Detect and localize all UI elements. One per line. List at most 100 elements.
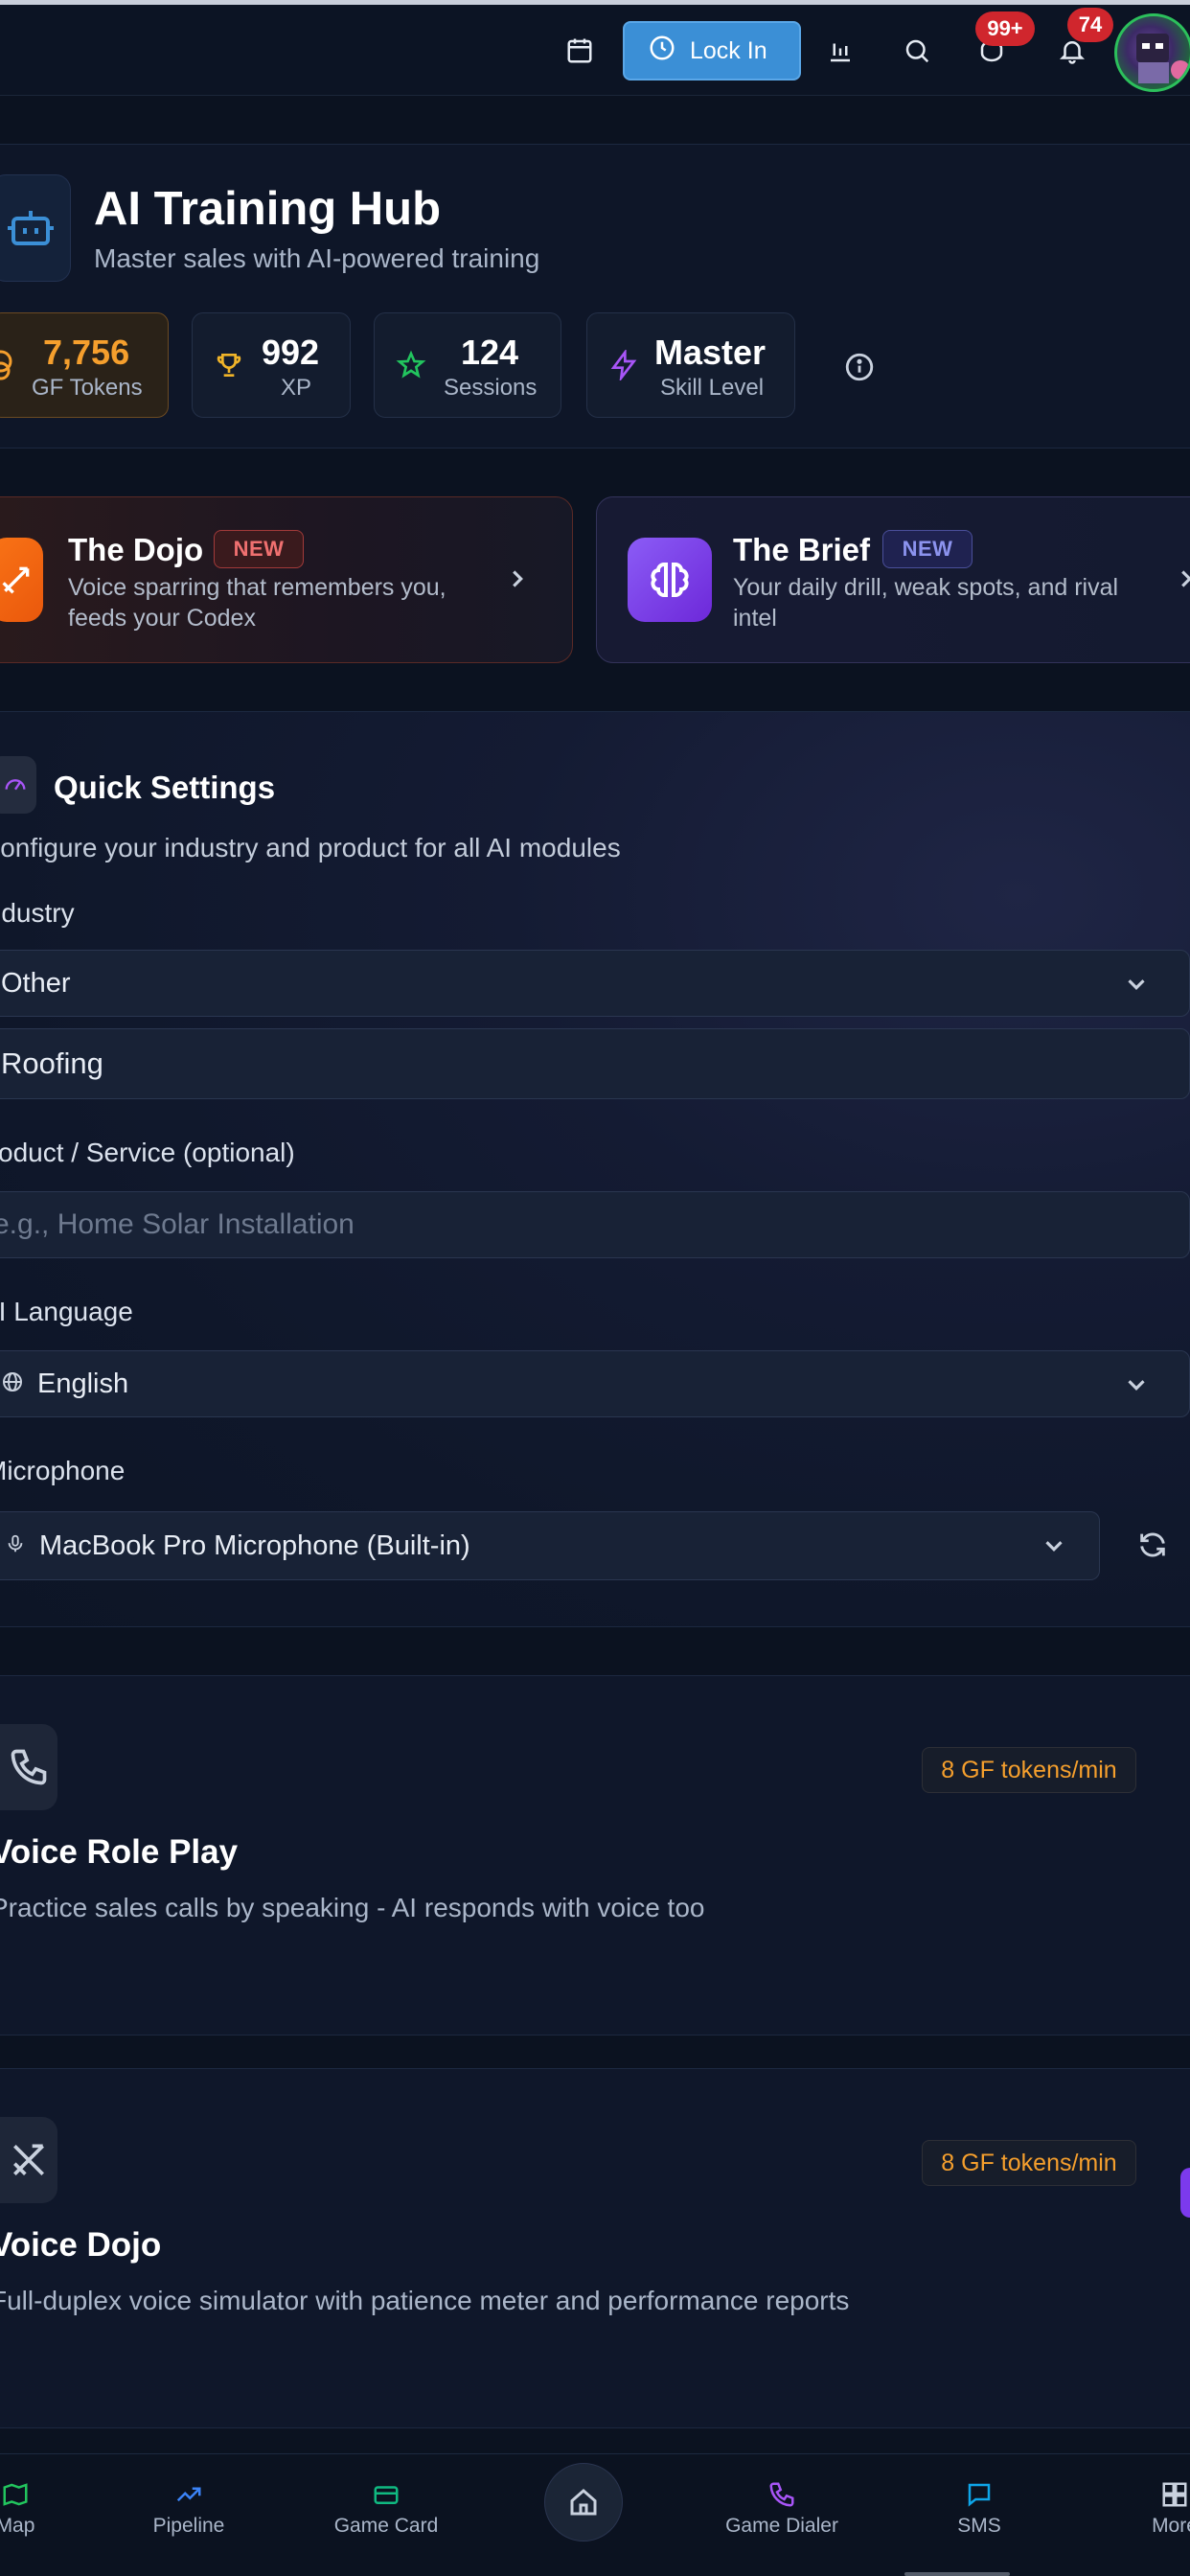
stat-label: GF Tokens: [32, 375, 143, 401]
quick-settings-panel: Quick Settings Configure your industry a…: [0, 711, 1190, 1627]
nav-label: Game Dialer: [725, 2515, 838, 2537]
stat-label: Sessions: [444, 375, 538, 401]
swords-icon: [0, 2117, 57, 2203]
new-badge: NEW: [882, 530, 973, 568]
microphone-select[interactable]: MacBook Pro Microphone (Built-in): [0, 1511, 1100, 1580]
settings-title: Quick Settings: [54, 770, 276, 805]
trophy-icon: [214, 350, 244, 385]
top-bar: Lock In 99+ 74: [0, 0, 1190, 96]
coins-icon: [0, 350, 20, 385]
stat-label: XP: [281, 375, 312, 401]
refresh-icon[interactable]: [1136, 1529, 1169, 1566]
home-indicator: [904, 2572, 1010, 2576]
chevron-down-icon: [1040, 1531, 1068, 1565]
promo-desc-line: feeds your Codex: [68, 605, 256, 632]
nav-item-sms[interactable]: SMS: [893, 2480, 1065, 2538]
promo-desc-line: intel: [733, 605, 777, 632]
token-cost-badge: 8 GF tokens/min: [922, 1747, 1136, 1793]
language-value: English: [37, 1368, 129, 1399]
language-label: AI Language: [0, 1297, 133, 1326]
gauge-icon: [0, 756, 36, 814]
feature-card-voice-dojo[interactable]: 8 GF tokens/min Voice Dojo Full-duplex v…: [0, 2068, 1190, 2428]
chevron-right-icon: [1172, 564, 1190, 598]
token-cost-badge: 8 GF tokens/min: [922, 2140, 1136, 2186]
chevron-down-icon: [1122, 970, 1151, 1003]
nav-label: Map: [0, 2515, 35, 2537]
bar-chart-icon[interactable]: [818, 29, 862, 73]
chevron-down-icon: [1122, 1370, 1151, 1404]
product-input[interactable]: e.g., Home Solar Installation: [0, 1191, 1190, 1258]
page-subtitle: Master sales with AI-powered training: [94, 243, 540, 273]
promo-description: Voice sparring that remembers you, feeds…: [68, 572, 446, 633]
lock-in-label: Lock In: [690, 36, 767, 64]
info-icon[interactable]: [843, 351, 876, 388]
stat-label: Skill Level: [660, 375, 765, 401]
notifications-badge: 74: [1067, 8, 1113, 42]
feature-title: Voice Role Play: [0, 1833, 239, 1871]
microphone-icon: [5, 1532, 26, 1560]
stat-xp: 992 XP: [192, 312, 351, 418]
nav-item-game-dialer[interactable]: Game Dialer: [696, 2480, 868, 2538]
top-divider: [0, 0, 1190, 5]
feature-description: Practice sales calls by speaking - AI re…: [0, 1893, 705, 1922]
clock-icon: [648, 34, 676, 69]
messages-badge: 99+: [975, 12, 1035, 46]
nav-item-more[interactable]: More: [1088, 2480, 1190, 2538]
industry-value: Other: [1, 967, 71, 999]
stat-value: 124: [461, 333, 519, 372]
search-icon[interactable]: [895, 29, 939, 73]
promo-card-brief[interactable]: The Brief NEW Your daily drill, weak spo…: [596, 496, 1190, 663]
language-select[interactable]: English: [0, 1350, 1190, 1417]
industry-select[interactable]: Other: [0, 950, 1190, 1017]
feature-card-voice-role-play[interactable]: 8 GF tokens/min Voice Role Play Practice…: [0, 1675, 1190, 2036]
lock-in-button[interactable]: Lock In: [623, 21, 801, 80]
credit-card-icon: [374, 2486, 399, 2504]
promo-title: The Brief: [733, 532, 871, 567]
chevron-right-icon: [503, 564, 532, 598]
product-label: Product / Service (optional): [0, 1138, 295, 1167]
calendar-icon[interactable]: [558, 29, 602, 73]
lightning-icon: [608, 348, 639, 385]
promo-title: The Dojo: [68, 532, 204, 567]
swords-icon: [0, 538, 43, 622]
nav-label: More: [1152, 2515, 1190, 2537]
page-title: AI Training Hub: [94, 183, 442, 235]
robot-icon: [0, 174, 71, 282]
stat-value: 992: [262, 333, 320, 372]
new-badge: NEW: [214, 530, 304, 568]
chat-icon: [968, 2483, 991, 2507]
custom-industry-value: Roofing: [1, 1046, 103, 1080]
home-icon: [570, 2489, 597, 2516]
feature-title: Voice Dojo: [0, 2226, 162, 2264]
promo-desc-line: Voice sparring that remembers you,: [68, 574, 446, 601]
nav-label: Game Card: [333, 2515, 439, 2537]
stat-skill-level: Master Skill Level: [586, 312, 795, 418]
nav-item-pipeline[interactable]: Pipeline: [103, 2480, 275, 2538]
industry-label: Industry: [0, 898, 75, 928]
promo-desc-line: Your daily drill, weak spots, and rival: [733, 574, 1119, 601]
brain-icon: [628, 538, 712, 622]
promo-card-dojo[interactable]: The Dojo NEW Voice sparring that remembe…: [0, 496, 573, 663]
stat-sessions: 124 Sessions: [374, 312, 561, 418]
feature-description: Full-duplex voice simulator with patienc…: [0, 2286, 850, 2315]
globe-icon: [1, 1370, 24, 1398]
nav-label: Pipeline: [152, 2515, 225, 2537]
microphone-label: Microphone: [0, 1456, 126, 1485]
map-icon: [3, 2483, 28, 2506]
phone-icon: [0, 1724, 57, 1810]
trending-up-icon: [176, 2487, 201, 2502]
stat-gf-tokens: 7,756 GF Tokens: [0, 312, 169, 418]
phone-icon: [769, 2482, 794, 2507]
home-button[interactable]: [544, 2463, 623, 2542]
nav-item-map[interactable]: Map: [0, 2480, 102, 2538]
nav-label: SMS: [957, 2515, 1001, 2537]
settings-description: Configure your industry and product for …: [0, 833, 621, 862]
custom-industry-input[interactable]: Roofing: [0, 1028, 1190, 1099]
product-placeholder: e.g., Home Solar Installation: [0, 1208, 355, 1240]
nav-item-game-card[interactable]: Game Card: [300, 2480, 472, 2538]
stat-value: Master: [654, 333, 767, 372]
microphone-value: MacBook Pro Microphone (Built-in): [39, 1530, 470, 1561]
promo-description: Your daily drill, weak spots, and rival …: [733, 572, 1118, 633]
avatar[interactable]: [1114, 13, 1190, 92]
floating-action-tab[interactable]: [1180, 2168, 1190, 2218]
